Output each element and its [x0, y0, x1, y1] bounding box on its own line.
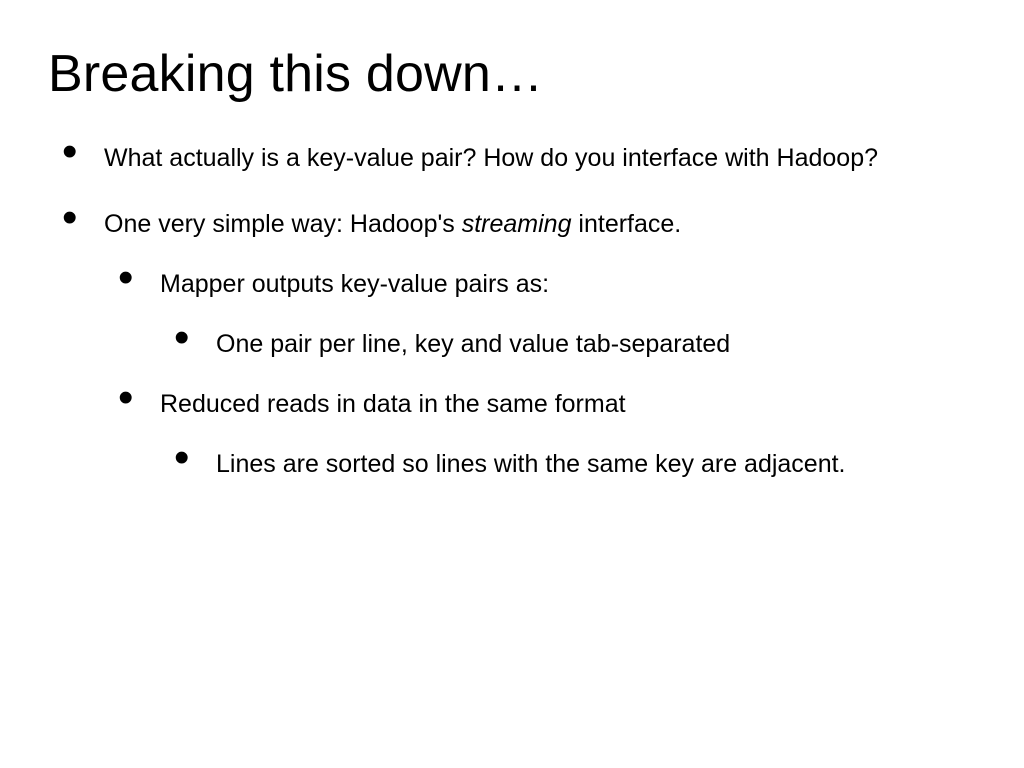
bullet-item: One very simple way: Hadoop's streaming …: [48, 208, 976, 480]
bullet-item: One pair per line, key and value tab-sep…: [160, 328, 976, 360]
bullet-text: One very simple way: Hadoop's: [104, 210, 462, 238]
bullet-text: What actually is a key-value pair? How d…: [104, 144, 878, 172]
bullet-text: Mapper outputs key-value pairs as:: [160, 270, 549, 298]
bullet-text-emphasis: streaming: [462, 210, 572, 238]
bullet-list: What actually is a key-value pair? How d…: [48, 142, 976, 480]
bullet-text: Lines are sorted so lines with the same …: [216, 450, 846, 478]
bullet-item: Mapper outputs key-value pairs as: One p…: [104, 268, 976, 360]
bullet-text: Reduced reads in data in the same format: [160, 390, 626, 418]
bullet-text: One pair per line, key and value tab-sep…: [216, 330, 730, 358]
bullet-item: What actually is a key-value pair? How d…: [48, 142, 976, 174]
bullet-item: Lines are sorted so lines with the same …: [160, 448, 976, 480]
bullet-text: interface.: [571, 210, 681, 238]
slide: Breaking this down… What actually is a k…: [0, 0, 1024, 768]
bullet-sublist: One pair per line, key and value tab-sep…: [160, 328, 976, 360]
bullet-item: Reduced reads in data in the same format…: [104, 388, 976, 480]
bullet-sublist: Mapper outputs key-value pairs as: One p…: [104, 268, 976, 480]
slide-title: Breaking this down…: [48, 44, 976, 104]
bullet-sublist: Lines are sorted so lines with the same …: [160, 448, 976, 480]
